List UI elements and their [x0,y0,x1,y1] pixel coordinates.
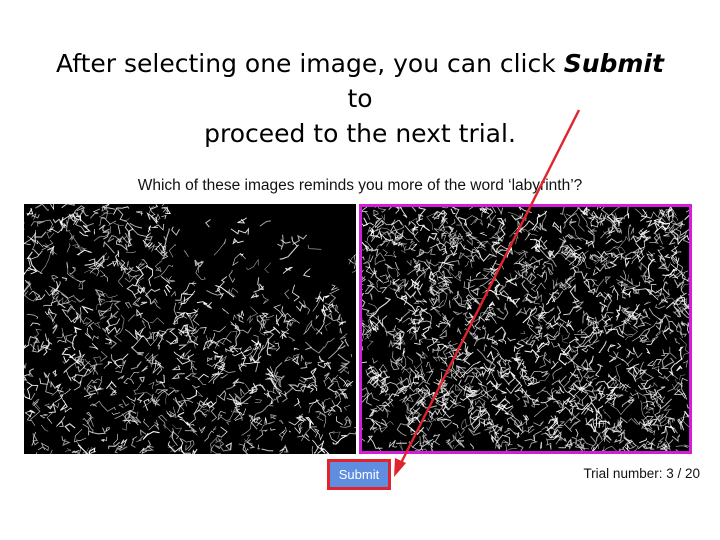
instruction-text: After selecting one image, you can click… [40,46,680,151]
instruction-line1-suffix: to [347,84,373,113]
image-option-right[interactable] [359,204,692,454]
instruction-line2: proceed to the next trial. [204,119,516,148]
question-text: Which of these images reminds you more o… [137,177,583,194]
image-option-left[interactable] [24,204,356,454]
submit-button[interactable]: Submit [327,459,391,490]
instruction-emphasis: Submit [563,49,664,78]
trial-counter: Trial number: 3 / 20 [583,466,700,481]
edge-image-right [362,207,689,451]
edge-image-left [24,204,356,454]
instruction-line1-prefix: After selecting one image, you can click [56,49,564,78]
